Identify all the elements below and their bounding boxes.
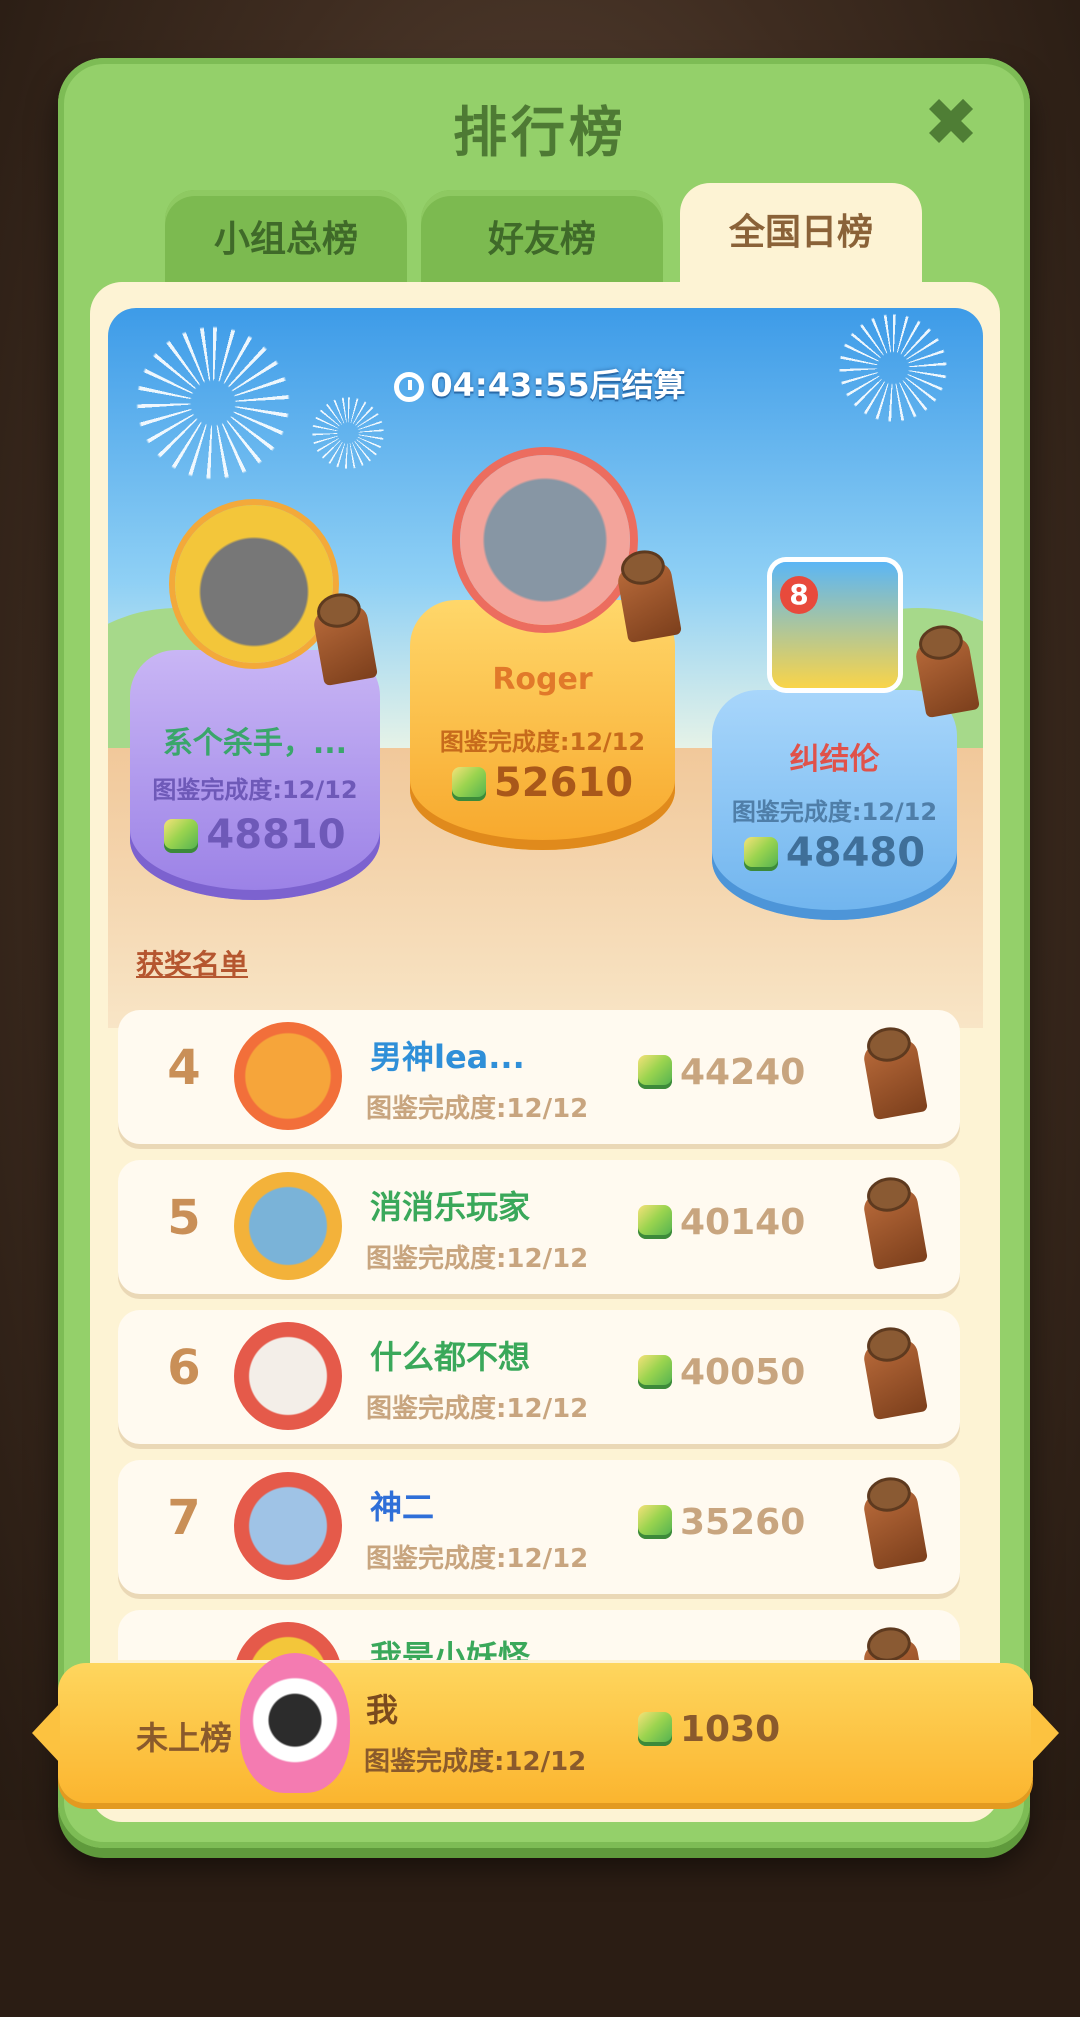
avatar bbox=[234, 1172, 342, 1280]
player-name: 神二 bbox=[370, 1488, 435, 1526]
player-score: 40140 bbox=[680, 1202, 806, 1243]
gem-icon bbox=[638, 1505, 672, 1539]
list-item[interactable]: 6 什么都不想 图鉴完成度:12/12 40050 bbox=[118, 1310, 960, 1444]
reward-icon bbox=[861, 1337, 929, 1421]
player-score: 40050 bbox=[680, 1352, 806, 1393]
player-progress: 图鉴完成度:12/12 bbox=[366, 1094, 589, 1124]
player-progress: 图鉴完成度:12/12 bbox=[366, 1394, 589, 1424]
gem-icon bbox=[638, 1355, 672, 1389]
my-rank-row[interactable]: 未上榜 我 图鉴完成度:12/12 1030 bbox=[32, 1653, 1059, 1803]
reward-icon bbox=[861, 1037, 929, 1121]
player-name: 男神lea... bbox=[370, 1038, 525, 1076]
player-name: 什么都不想 bbox=[370, 1338, 531, 1376]
rank-number: 4 bbox=[167, 1040, 201, 1096]
avatar bbox=[234, 1322, 342, 1430]
player-name: 我是小妖怪... bbox=[370, 1638, 567, 1660]
reward-icon bbox=[861, 1487, 929, 1571]
avatar bbox=[234, 1472, 342, 1580]
my-score: 1030 bbox=[680, 1709, 781, 1750]
avatar bbox=[234, 1022, 342, 1130]
ranking-list: 4 男神lea... 图鉴完成度:12/12 44240 5 消消乐玩家 图鉴完… bbox=[0, 0, 1080, 1660]
rank-number: 5 bbox=[167, 1190, 201, 1246]
player-score-wrap: 44240 bbox=[638, 1052, 805, 1093]
player-progress: 图鉴完成度:12/12 bbox=[366, 1544, 589, 1574]
gem-icon bbox=[638, 1055, 672, 1089]
my-rank-label: 未上榜 bbox=[136, 1719, 233, 1757]
list-item[interactable]: 5 消消乐玩家 图鉴完成度:12/12 40140 bbox=[118, 1160, 960, 1294]
rank-number: 7 bbox=[167, 1490, 201, 1546]
player-score-wrap: 35260 bbox=[638, 1502, 805, 1543]
my-avatar bbox=[240, 1653, 350, 1793]
gem-icon bbox=[638, 1205, 672, 1239]
list-item[interactable]: 我是小妖怪... bbox=[118, 1610, 960, 1660]
reward-icon bbox=[861, 1187, 929, 1271]
player-score: 35260 bbox=[680, 1502, 806, 1543]
my-name: 我 bbox=[366, 1691, 399, 1729]
player-score: 44240 bbox=[680, 1052, 806, 1093]
player-name: 消消乐玩家 bbox=[370, 1188, 531, 1226]
gem-icon bbox=[638, 1712, 672, 1746]
player-progress: 图鉴完成度:12/12 bbox=[366, 1244, 589, 1274]
background-floor bbox=[0, 1820, 1080, 2017]
my-score-wrap: 1030 bbox=[638, 1709, 780, 1750]
player-score-wrap: 40050 bbox=[638, 1352, 805, 1393]
list-item[interactable]: 4 男神lea... 图鉴完成度:12/12 44240 bbox=[118, 1010, 960, 1144]
rank-number: 6 bbox=[167, 1340, 201, 1396]
player-score-wrap: 40140 bbox=[638, 1202, 805, 1243]
reward-icon bbox=[861, 1637, 929, 1660]
list-item[interactable]: 7 神二 图鉴完成度:12/12 35260 bbox=[118, 1460, 960, 1594]
my-progress: 图鉴完成度:12/12 bbox=[364, 1747, 587, 1777]
